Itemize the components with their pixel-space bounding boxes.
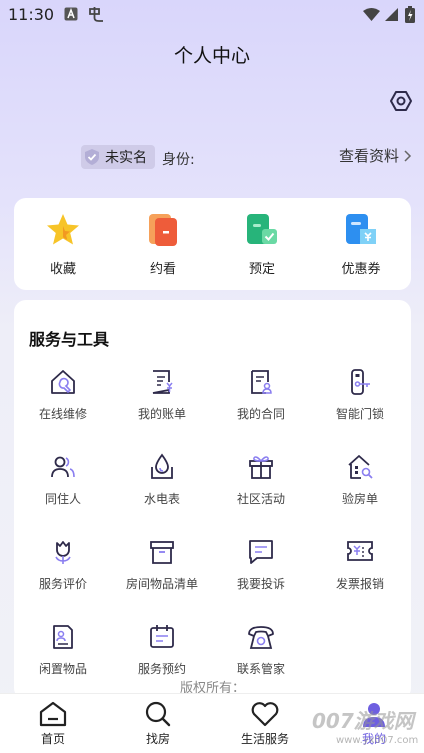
settings-button[interactable]: [389, 89, 413, 113]
service-room-inventory[interactable]: 房间物品清单: [114, 538, 210, 592]
complaint-icon: [249, 540, 273, 564]
chevron-right-icon: [404, 149, 412, 162]
roommates-icon: [51, 456, 75, 478]
service-label: 智能门锁: [335, 407, 384, 421]
service-roommates[interactable]: 同住人: [15, 453, 111, 507]
repair-icon: [51, 370, 75, 394]
box-icon: [150, 541, 174, 564]
quick-action-label: 优惠券: [341, 262, 381, 277]
watermark-url: www.yx007.com: [336, 735, 419, 746]
profile-row: 未实名 身份: 查看资料: [0, 145, 424, 171]
bill-icon: [152, 370, 173, 394]
invoice-icon: [347, 541, 373, 561]
tab-find-house[interactable]: 找房: [118, 700, 198, 747]
service-label: 我的合同: [236, 407, 285, 421]
service-label: 联系管家: [236, 662, 285, 676]
flower-review-icon: [55, 541, 71, 564]
tab-life-services[interactable]: 生活服务: [225, 700, 305, 747]
heart-icon: [251, 702, 279, 727]
service-contact-butler[interactable]: 联系管家: [213, 623, 309, 677]
service-label: 我要投诉: [236, 577, 285, 591]
service-online-repair[interactable]: 在线维修: [15, 368, 111, 422]
battery-icon: [405, 6, 415, 23]
settings-hexagon-icon: [390, 91, 412, 111]
page-title: 个人中心: [173, 45, 250, 67]
service-smart-lock[interactable]: 智能门锁: [312, 368, 408, 422]
service-idle-items[interactable]: 闲置物品: [15, 623, 111, 677]
view-profile-link[interactable]: 查看资料: [339, 145, 412, 166]
quick-action-label: 约看: [149, 262, 176, 277]
verify-status-text: 未实名: [105, 150, 147, 166]
service-appointment[interactable]: 服务预约: [114, 623, 210, 677]
verify-status-badge[interactable]: 未实名: [81, 145, 155, 169]
tab-label: 生活服务: [240, 732, 289, 746]
quick-action-appointment[interactable]: 约看: [123, 212, 203, 277]
services-card: 服务与工具 在线维修 我的账单 我的合同 智能门锁 同住人 水电表 社区活动 验…: [14, 300, 411, 700]
service-label: 水电表: [143, 492, 180, 506]
services-title: 服务与工具: [29, 330, 110, 349]
calendar-icon: [150, 625, 174, 648]
service-label: 房间物品清单: [125, 577, 198, 591]
view-profile-text: 查看资料: [339, 147, 400, 165]
notification-a-icon: [64, 7, 78, 21]
tab-label: 找房: [145, 732, 170, 746]
coupon-icon: [346, 214, 376, 244]
idle-items-icon: [53, 625, 73, 649]
quick-actions-card: 收藏 约看 预定 优惠券: [14, 198, 411, 290]
service-label: 服务预约: [137, 662, 186, 676]
smart-lock-icon: [351, 369, 370, 395]
service-community-activity[interactable]: 社区活动: [213, 453, 309, 507]
quick-action-label: 预定: [248, 262, 275, 277]
shield-check-icon: [85, 149, 99, 165]
house-inspection-icon: [348, 455, 373, 479]
reservation-icon: [247, 214, 277, 244]
quick-action-favorites[interactable]: 收藏: [23, 212, 103, 277]
service-review[interactable]: 服务评价: [15, 538, 111, 592]
wifi-icon: [363, 8, 380, 21]
watermark-logo: 007游戏网: [312, 709, 414, 733]
service-label: 服务评价: [38, 577, 87, 591]
star-icon: [47, 214, 79, 245]
status-time: 11:30: [8, 5, 55, 24]
signal-icon: [385, 8, 398, 21]
service-label: 验房单: [341, 492, 378, 506]
status-bar: 11:30: [0, 0, 424, 30]
service-house-inspection[interactable]: 验房单: [312, 453, 408, 507]
quick-action-label: 收藏: [49, 262, 76, 277]
gift-icon: [249, 456, 273, 479]
service-my-bill[interactable]: 我的账单: [114, 368, 210, 422]
app-notification-icon: [89, 7, 103, 22]
search-icon: [145, 701, 171, 727]
quick-action-reservation[interactable]: 预定: [222, 212, 302, 277]
home-icon: [39, 701, 67, 727]
tab-home[interactable]: 首页: [13, 700, 93, 747]
service-label: 闲置物品: [38, 662, 87, 676]
quick-action-coupon[interactable]: 优惠券: [321, 212, 401, 277]
telephone-icon: [248, 626, 274, 649]
appointment-icon: [149, 214, 177, 246]
service-my-contract[interactable]: 我的合同: [213, 368, 309, 422]
service-label: 发票报销: [335, 577, 384, 591]
service-label: 我的账单: [137, 407, 186, 421]
service-label: 同住人: [44, 492, 81, 506]
water-electric-meter-icon: [151, 453, 173, 479]
service-invoice[interactable]: 发票报销: [312, 538, 408, 592]
contract-icon: [251, 370, 272, 394]
service-label: 在线维修: [38, 407, 87, 421]
service-complaint[interactable]: 我要投诉: [213, 538, 309, 592]
service-water-electric[interactable]: 水电表: [114, 453, 210, 507]
tab-label: 首页: [40, 732, 65, 746]
identity-label: 身份:: [162, 152, 195, 168]
service-label: 社区活动: [236, 492, 285, 506]
